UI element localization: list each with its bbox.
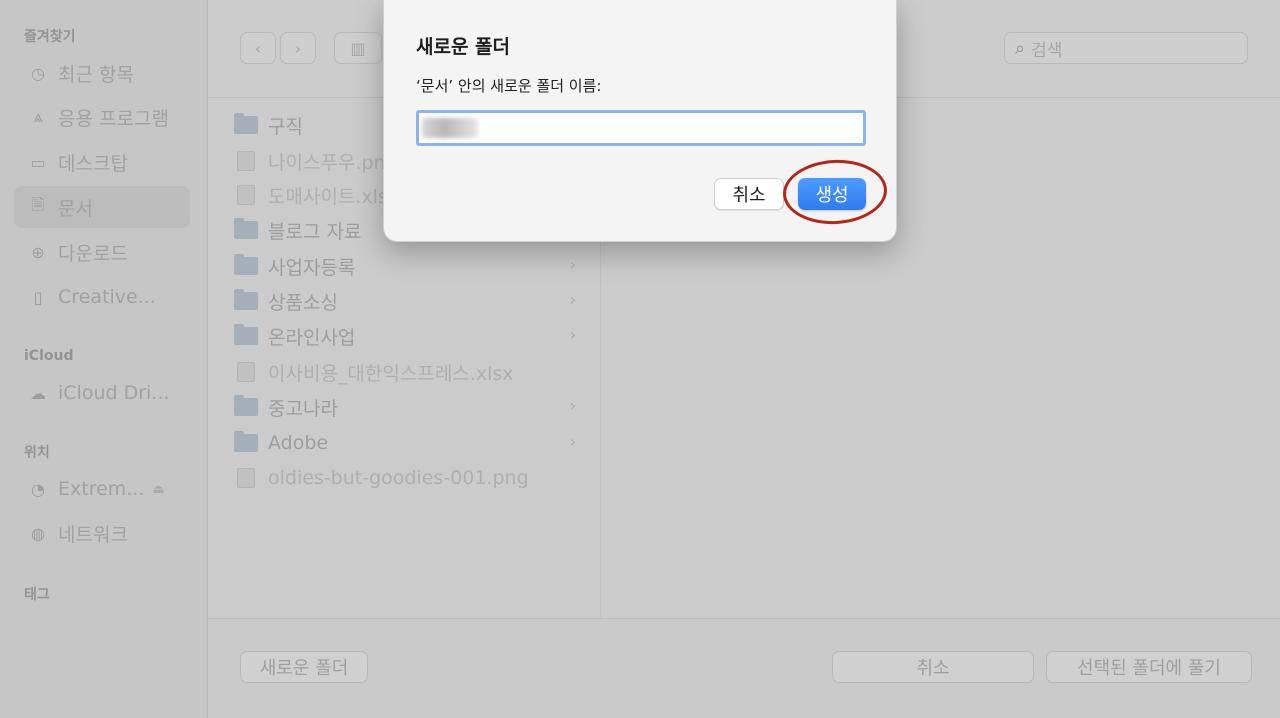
blurred-folder-name	[422, 118, 478, 138]
dialog-title: 새로운 폴더	[416, 36, 511, 58]
dialog-cancel-button[interactable]: 취소	[714, 178, 784, 210]
new-folder-dialog: 새로운 폴더 ‘문서’ 안의 새로운 폴더 이름: 취소 생성	[383, 0, 897, 242]
folder-name-input[interactable]	[416, 110, 866, 146]
annotation-circle	[781, 157, 889, 227]
folder-name-label: ‘문서’ 안의 새로운 폴더 이름:	[416, 77, 602, 95]
